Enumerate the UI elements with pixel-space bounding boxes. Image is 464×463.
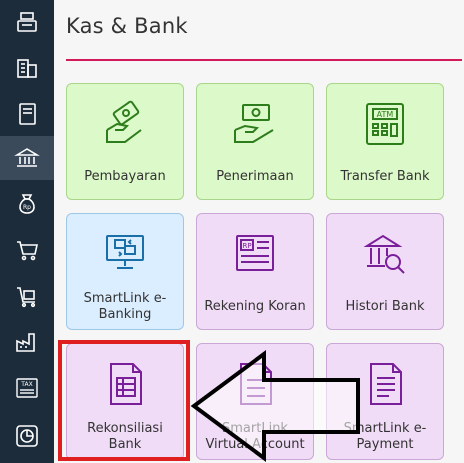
tile-label: Penerimaan [216, 169, 294, 184]
tile-label: Pembayaran [84, 169, 166, 184]
tile-label: Rekonsiliasi Bank [87, 421, 163, 452]
bank-icon [14, 148, 40, 167]
money-bag-icon: Rp [19, 194, 35, 214]
sidebar-item-receivables[interactable]: Rp [0, 182, 54, 226]
sidebar-item-purchases[interactable] [0, 274, 54, 318]
tile-label: SmartLink e-Payment [343, 421, 427, 452]
tile-label: Transfer Bank [340, 169, 430, 184]
tile-label: SmartLink e-Banking [83, 291, 167, 322]
sidebar-item-tax[interactable]: TAX [0, 366, 54, 410]
page-title: Kas & Bank [66, 14, 188, 38]
sidebar-nav: Rp TAX [0, 0, 54, 463]
rp-icon-text: RP [242, 242, 251, 250]
rp-icon-text: Rp [23, 204, 31, 211]
book-icon [19, 103, 36, 125]
atm-icon-text: ATM [377, 110, 394, 119]
smartlink-computer-icon [106, 235, 144, 269]
tile-label: Histori Bank [345, 299, 425, 314]
bank-statement-icon: RP [236, 235, 274, 271]
tile-smartlink-epayment[interactable]: SmartLink e-Payment [326, 343, 444, 460]
tile-smartlink-virtual-account[interactable]: SmartLink Virtual Account [196, 343, 314, 460]
cash-register-icon [17, 12, 37, 32]
pie-chart-icon [16, 425, 38, 447]
tile-histori-bank[interactable]: Histori Bank [326, 213, 444, 330]
virtual-account-icon [240, 363, 272, 405]
receive-money-icon [234, 104, 274, 143]
e-payment-icon [370, 363, 402, 405]
sidebar-item-cash-bank[interactable] [0, 136, 54, 180]
tile-rekonsiliasi-bank[interactable]: Rekonsiliasi Bank [66, 343, 184, 460]
sidebar-item-pos[interactable] [0, 0, 54, 44]
tile-transfer-bank[interactable]: ATM Transfer Bank [326, 83, 444, 200]
atm-icon: ATM [366, 103, 404, 145]
tile-pembayaran[interactable]: Pembayaran [66, 83, 184, 200]
title-divider [66, 59, 462, 61]
tile-label: Rekening Koran [204, 299, 306, 314]
tile-smartlink-ebanking[interactable]: SmartLink e-Banking [66, 213, 184, 330]
building-icon [17, 59, 37, 78]
bank-search-icon [363, 234, 405, 274]
cart-box-icon [17, 287, 36, 308]
tile-label: SmartLink Virtual Account [205, 421, 305, 452]
factory-icon [16, 333, 35, 352]
payment-hand-icon [106, 100, 142, 143]
sidebar-item-ledger[interactable] [0, 92, 54, 136]
shopping-cart-icon [17, 241, 38, 261]
tax-icon-text: TAX [20, 381, 32, 388]
reconcile-document-icon [110, 363, 142, 405]
tile-rekening-koran[interactable]: RP Rekening Koran [196, 213, 314, 330]
tax-icon: TAX [16, 378, 38, 398]
sidebar-item-sales[interactable] [0, 228, 54, 272]
sidebar-item-inventory[interactable] [0, 320, 54, 364]
sidebar-item-company[interactable] [0, 46, 54, 90]
sidebar-item-reports[interactable] [0, 414, 54, 458]
main-content: Kas & Bank Pembayaran Penerimaan ATM Tra… [54, 0, 464, 463]
tile-penerimaan[interactable]: Penerimaan [196, 83, 314, 200]
